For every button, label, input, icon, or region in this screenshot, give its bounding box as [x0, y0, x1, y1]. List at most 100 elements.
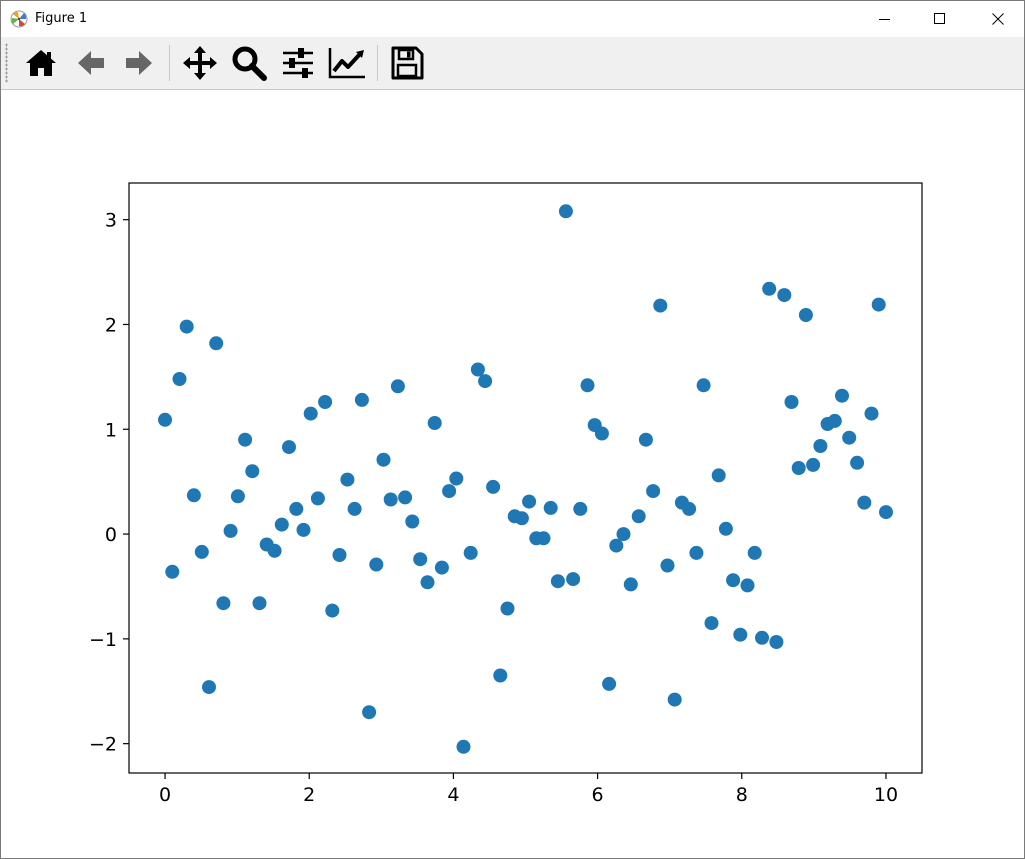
scatter-point — [463, 545, 478, 560]
scatter-point — [434, 560, 449, 575]
scatter-point — [362, 705, 377, 720]
maximize-button[interactable] — [917, 1, 963, 37]
scatter-point — [289, 501, 304, 516]
scatter-point — [646, 484, 661, 499]
maximize-icon — [934, 13, 945, 24]
scatter-point — [282, 440, 296, 455]
scatter-point — [376, 452, 391, 467]
scatter-point — [638, 432, 653, 447]
edit-axis-icon — [328, 48, 365, 79]
scatter-point — [696, 378, 711, 393]
close-icon — [992, 13, 1004, 25]
scatter-point — [390, 379, 405, 394]
scatter-point — [689, 545, 704, 560]
scatter-point — [209, 336, 224, 351]
toolbar-separator — [377, 45, 378, 81]
scatter-point — [179, 319, 194, 334]
scatter-point — [522, 494, 537, 509]
x-axis-ticks: 0 2 4 6 8 10 — [159, 773, 898, 806]
scatter-point — [842, 430, 857, 445]
scatter-point — [238, 432, 253, 447]
scatter-point — [755, 630, 769, 645]
zoom-button[interactable] — [229, 43, 269, 83]
scatter-point — [667, 692, 682, 707]
scatter-point — [194, 544, 209, 559]
scatter-point — [631, 509, 646, 524]
scatter-point — [325, 603, 340, 618]
home-button[interactable] — [21, 43, 61, 83]
scatter-point — [594, 426, 609, 441]
pan-button[interactable] — [180, 43, 220, 83]
y-tick-label: 2 — [105, 314, 117, 336]
title-bar[interactable]: Figure 1 — [1, 1, 1024, 37]
close-button[interactable] — [975, 1, 1021, 37]
scatter-point — [850, 455, 865, 470]
scatter-point — [740, 578, 755, 593]
figure-canvas[interactable]: 0 2 4 6 8 10 −2 −1 0 1 2 3 — [1, 90, 1024, 858]
subplots-button[interactable] — [278, 43, 318, 83]
scatter-point — [769, 635, 784, 649]
scatter-point — [616, 527, 631, 542]
scatter-point — [449, 471, 464, 486]
scatter-point — [383, 492, 398, 507]
axes-frame — [128, 182, 923, 774]
scatter-point — [777, 288, 792, 303]
x-tick-label: 10 — [874, 784, 898, 806]
scatter-point — [354, 392, 369, 407]
scatter-point — [718, 521, 733, 536]
y-tick-label: 3 — [105, 210, 117, 232]
scatter-point — [550, 574, 565, 589]
scatter-point — [806, 457, 821, 472]
scatter-point — [245, 464, 260, 479]
scatter-point — [747, 545, 762, 560]
scatter-point — [230, 489, 245, 504]
window-title: Figure 1 — [35, 11, 88, 26]
forward-button[interactable] — [119, 43, 159, 83]
scatter-point — [543, 500, 558, 515]
scatter-point — [340, 472, 355, 487]
save-button[interactable] — [387, 43, 427, 83]
scatter-point — [558, 204, 573, 219]
back-button[interactable] — [71, 43, 111, 83]
zoom-icon — [232, 46, 267, 81]
scatter-point — [827, 413, 842, 428]
scatter-point — [857, 495, 872, 510]
scatter-point — [813, 439, 828, 453]
scatter-point — [602, 676, 617, 691]
scatter-point — [879, 505, 893, 520]
scatter-point — [864, 406, 879, 421]
scatter-plot[interactable]: 0 2 4 6 8 10 −2 −1 0 1 2 3 — [1, 90, 1024, 858]
forward-arrow-icon — [126, 51, 152, 75]
x-tick-label: 0 — [159, 784, 171, 806]
scatter-point — [296, 522, 311, 537]
toolbar-grip[interactable] — [5, 43, 8, 83]
scatter-point — [514, 511, 529, 526]
scatter-point — [427, 416, 442, 430]
back-arrow-icon — [78, 51, 104, 75]
navigation-toolbar — [1, 37, 1024, 90]
scatter-point — [202, 680, 216, 695]
scatter-point — [835, 388, 849, 403]
scatter-point — [784, 395, 799, 409]
scatter-point — [274, 517, 289, 532]
edit-axis-button[interactable] — [327, 43, 367, 83]
scatter-point — [470, 362, 485, 377]
scatter-point — [726, 573, 741, 588]
scatter-point — [733, 627, 748, 642]
toolbar-separator — [169, 45, 170, 81]
scatter-point — [871, 297, 886, 312]
y-tick-label: 0 — [105, 524, 117, 546]
scatter-point — [762, 281, 777, 296]
matplotlib-app-icon — [10, 10, 28, 28]
scatter-point — [536, 531, 551, 546]
scatter-point — [573, 501, 588, 516]
x-tick-label: 6 — [592, 784, 604, 806]
scatter-point — [186, 488, 201, 503]
y-tick-label: −1 — [89, 629, 117, 651]
scatter-point — [660, 558, 675, 573]
scatter-point — [405, 514, 420, 529]
scatter-point — [442, 484, 457, 499]
scatter-points — [158, 204, 893, 754]
y-tick-label: −2 — [89, 734, 117, 756]
minimize-button[interactable] — [862, 1, 908, 37]
